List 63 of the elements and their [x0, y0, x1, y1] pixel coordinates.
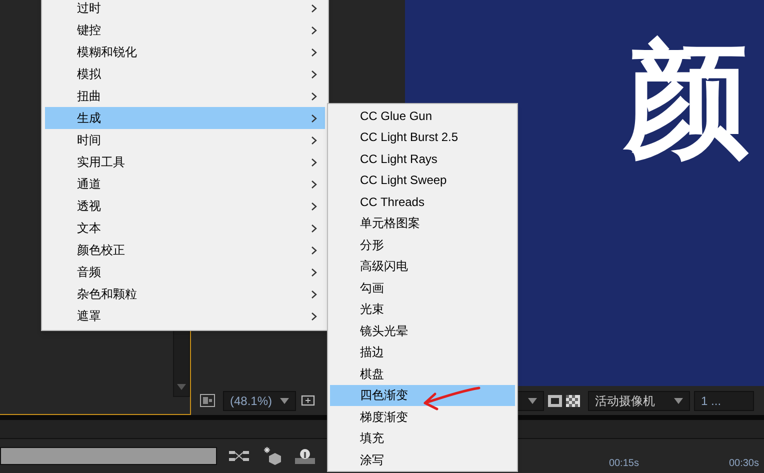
- caret-icon: [528, 398, 538, 404]
- region-icon[interactable]: [300, 394, 316, 408]
- menu-item[interactable]: 填充: [330, 428, 515, 449]
- chevron-right-icon: [311, 70, 317, 78]
- caret-icon: [280, 398, 290, 404]
- chevron-right-icon: [311, 158, 317, 166]
- chevron-right-icon: [311, 26, 317, 34]
- menu-item[interactable]: 涂写: [330, 449, 515, 470]
- chevron-right-icon: [311, 290, 317, 298]
- menu-item[interactable]: 扭曲: [45, 85, 325, 107]
- menu-item[interactable]: 四色渐变: [330, 384, 515, 406]
- menu-item[interactable]: 时间: [45, 129, 325, 151]
- menu-item[interactable]: CC Light Sweep: [330, 170, 515, 191]
- search-field[interactable]: [0, 447, 217, 465]
- menu-item[interactable]: 勾画: [330, 277, 515, 298]
- flowchart-icon[interactable]: [229, 448, 251, 464]
- menu-item[interactable]: CC Threads: [330, 191, 515, 212]
- menu-item[interactable]: 分形: [330, 234, 515, 256]
- chevron-right-icon: [311, 4, 317, 12]
- menu-item[interactable]: 键控: [45, 19, 325, 41]
- transparency-grid-icon[interactable]: [566, 394, 580, 406]
- layout-icon[interactable]: [200, 394, 215, 407]
- menu-item[interactable]: 单元格图案: [330, 212, 515, 234]
- menu-item[interactable]: 生成: [45, 107, 325, 129]
- menu-item[interactable]: 高级闪电: [330, 256, 515, 277]
- menu-item[interactable]: 模糊和锐化: [45, 41, 325, 63]
- camera-dropdown[interactable]: 活动摄像机: [588, 390, 690, 410]
- menu-item[interactable]: 模拟: [45, 63, 325, 85]
- view-dropdown[interactable]: 1 ...: [694, 390, 754, 410]
- menu-item[interactable]: 文本: [45, 217, 325, 239]
- chevron-right-icon: [311, 180, 317, 188]
- menu-item[interactable]: 音频: [45, 261, 325, 283]
- light-cube-icon[interactable]: [263, 447, 283, 465]
- chevron-right-icon: [311, 92, 317, 100]
- arrow-drawing: [421, 386, 481, 412]
- chevron-right-icon: [311, 136, 317, 144]
- menu-item[interactable]: 描边: [330, 342, 515, 363]
- menu-item[interactable]: 光束: [330, 298, 515, 320]
- menu-item[interactable]: CC Light Burst 2.5: [330, 126, 515, 148]
- time-ruler-label: 00:15s: [608, 457, 639, 471]
- chevron-right-icon: [311, 246, 317, 254]
- menu-item[interactable]: 透视: [45, 195, 325, 217]
- zoom-dropdown[interactable]: (48.1%): [223, 390, 296, 410]
- menu-item[interactable]: 杂色和颗粒: [45, 283, 325, 305]
- menu-item[interactable]: CC Light Rays: [330, 148, 515, 170]
- menu-item[interactable]: 过时: [45, 0, 325, 19]
- menu-item[interactable]: CC Glue Gun: [330, 105, 515, 126]
- menu-item[interactable]: 梯度渐变: [330, 406, 515, 428]
- menu-item[interactable]: 实用工具: [45, 151, 325, 173]
- menu-item[interactable]: 遮罩: [45, 305, 325, 327]
- chevron-right-icon: [311, 268, 317, 276]
- time-ruler-label: 00:30s: [728, 457, 759, 471]
- chevron-right-icon: [311, 224, 317, 232]
- menu-item[interactable]: 镜头光晕: [330, 320, 515, 342]
- menu-item[interactable]: 通道: [45, 173, 325, 195]
- chevron-right-icon: [311, 312, 317, 320]
- menu-item[interactable]: 棋盘: [330, 363, 515, 384]
- chevron-right-icon: [311, 114, 317, 122]
- menu-item[interactable]: 颜色校正: [45, 239, 325, 261]
- mask-icon[interactable]: [548, 394, 562, 406]
- chevron-right-icon: [311, 202, 317, 210]
- caret-icon: [674, 398, 684, 404]
- chevron-right-icon: [311, 48, 317, 56]
